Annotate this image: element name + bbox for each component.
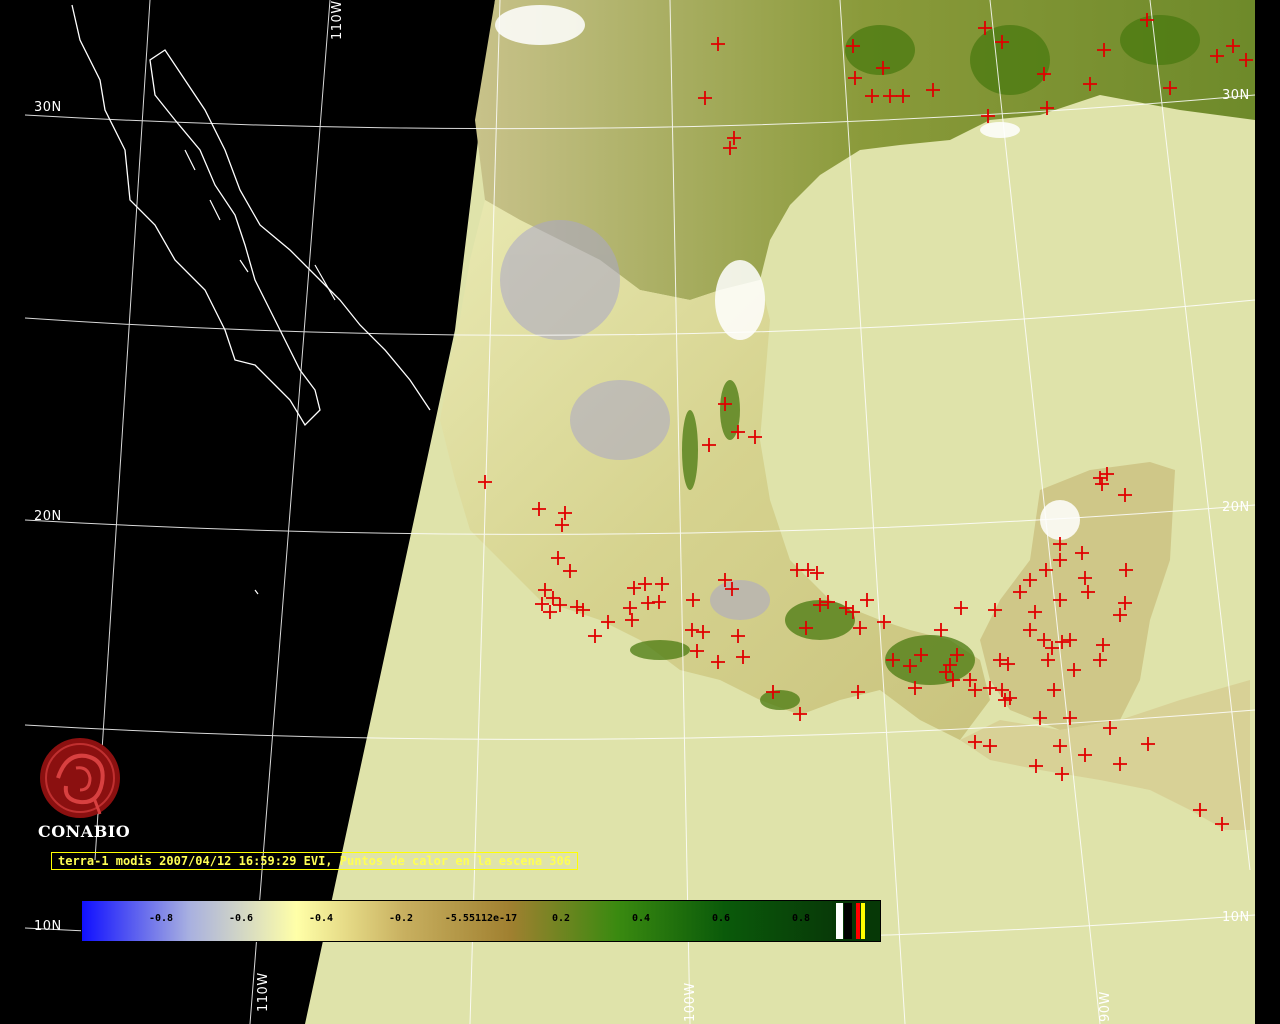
scene-caption: terra-1 modis 2007/04/12 16:59:29 EVI, P… bbox=[51, 852, 578, 870]
colorbar-end-swatch bbox=[836, 903, 843, 939]
coastline-gulf-islands bbox=[184, 149, 336, 595]
grid-label-10n-right: 10N bbox=[1222, 910, 1250, 925]
colorbar-tick-label: -0.8 bbox=[148, 913, 174, 924]
grid-label-20n-left: 20N bbox=[34, 509, 62, 524]
colorbar-tick-label: -0.4 bbox=[308, 913, 334, 924]
grid-label-30n-left: 30N bbox=[34, 100, 62, 115]
coastline-baja bbox=[71, 4, 431, 427]
satellite-map bbox=[24, 0, 1256, 1024]
colorbar-tick-label: 0.6 bbox=[711, 913, 731, 924]
grid-label-30n-right: 30N bbox=[1222, 88, 1250, 103]
colorbar-end-swatch bbox=[861, 903, 865, 939]
grid-label-100w-bottom: 100W bbox=[683, 982, 698, 1022]
colorbar-tick-label: -5.55112e-17 bbox=[444, 913, 518, 924]
grid-label-20n-right: 20N bbox=[1222, 500, 1250, 515]
colorbar-tick-label: 0.4 bbox=[631, 913, 651, 924]
colorbar-tick-label: -0.6 bbox=[228, 913, 254, 924]
grid-label-110w-top: 110W bbox=[330, 0, 345, 40]
grid-label-90w-bottom: 90W bbox=[1098, 991, 1113, 1022]
colorbar-tick-label: -0.2 bbox=[388, 913, 414, 924]
grid-label-110w-bottom: 110W bbox=[256, 972, 271, 1012]
conabio-logo-text: CONABIO bbox=[38, 822, 131, 841]
colorbar-tick-label: 0.2 bbox=[551, 913, 571, 924]
colorbar-end-swatch bbox=[844, 903, 852, 939]
colorbar-end-swatch bbox=[856, 903, 860, 939]
grid-label-10n-left: 10N bbox=[34, 919, 62, 934]
conabio-emblem-icon bbox=[40, 738, 120, 818]
colorbar-tick-label: 0.8 bbox=[791, 913, 811, 924]
